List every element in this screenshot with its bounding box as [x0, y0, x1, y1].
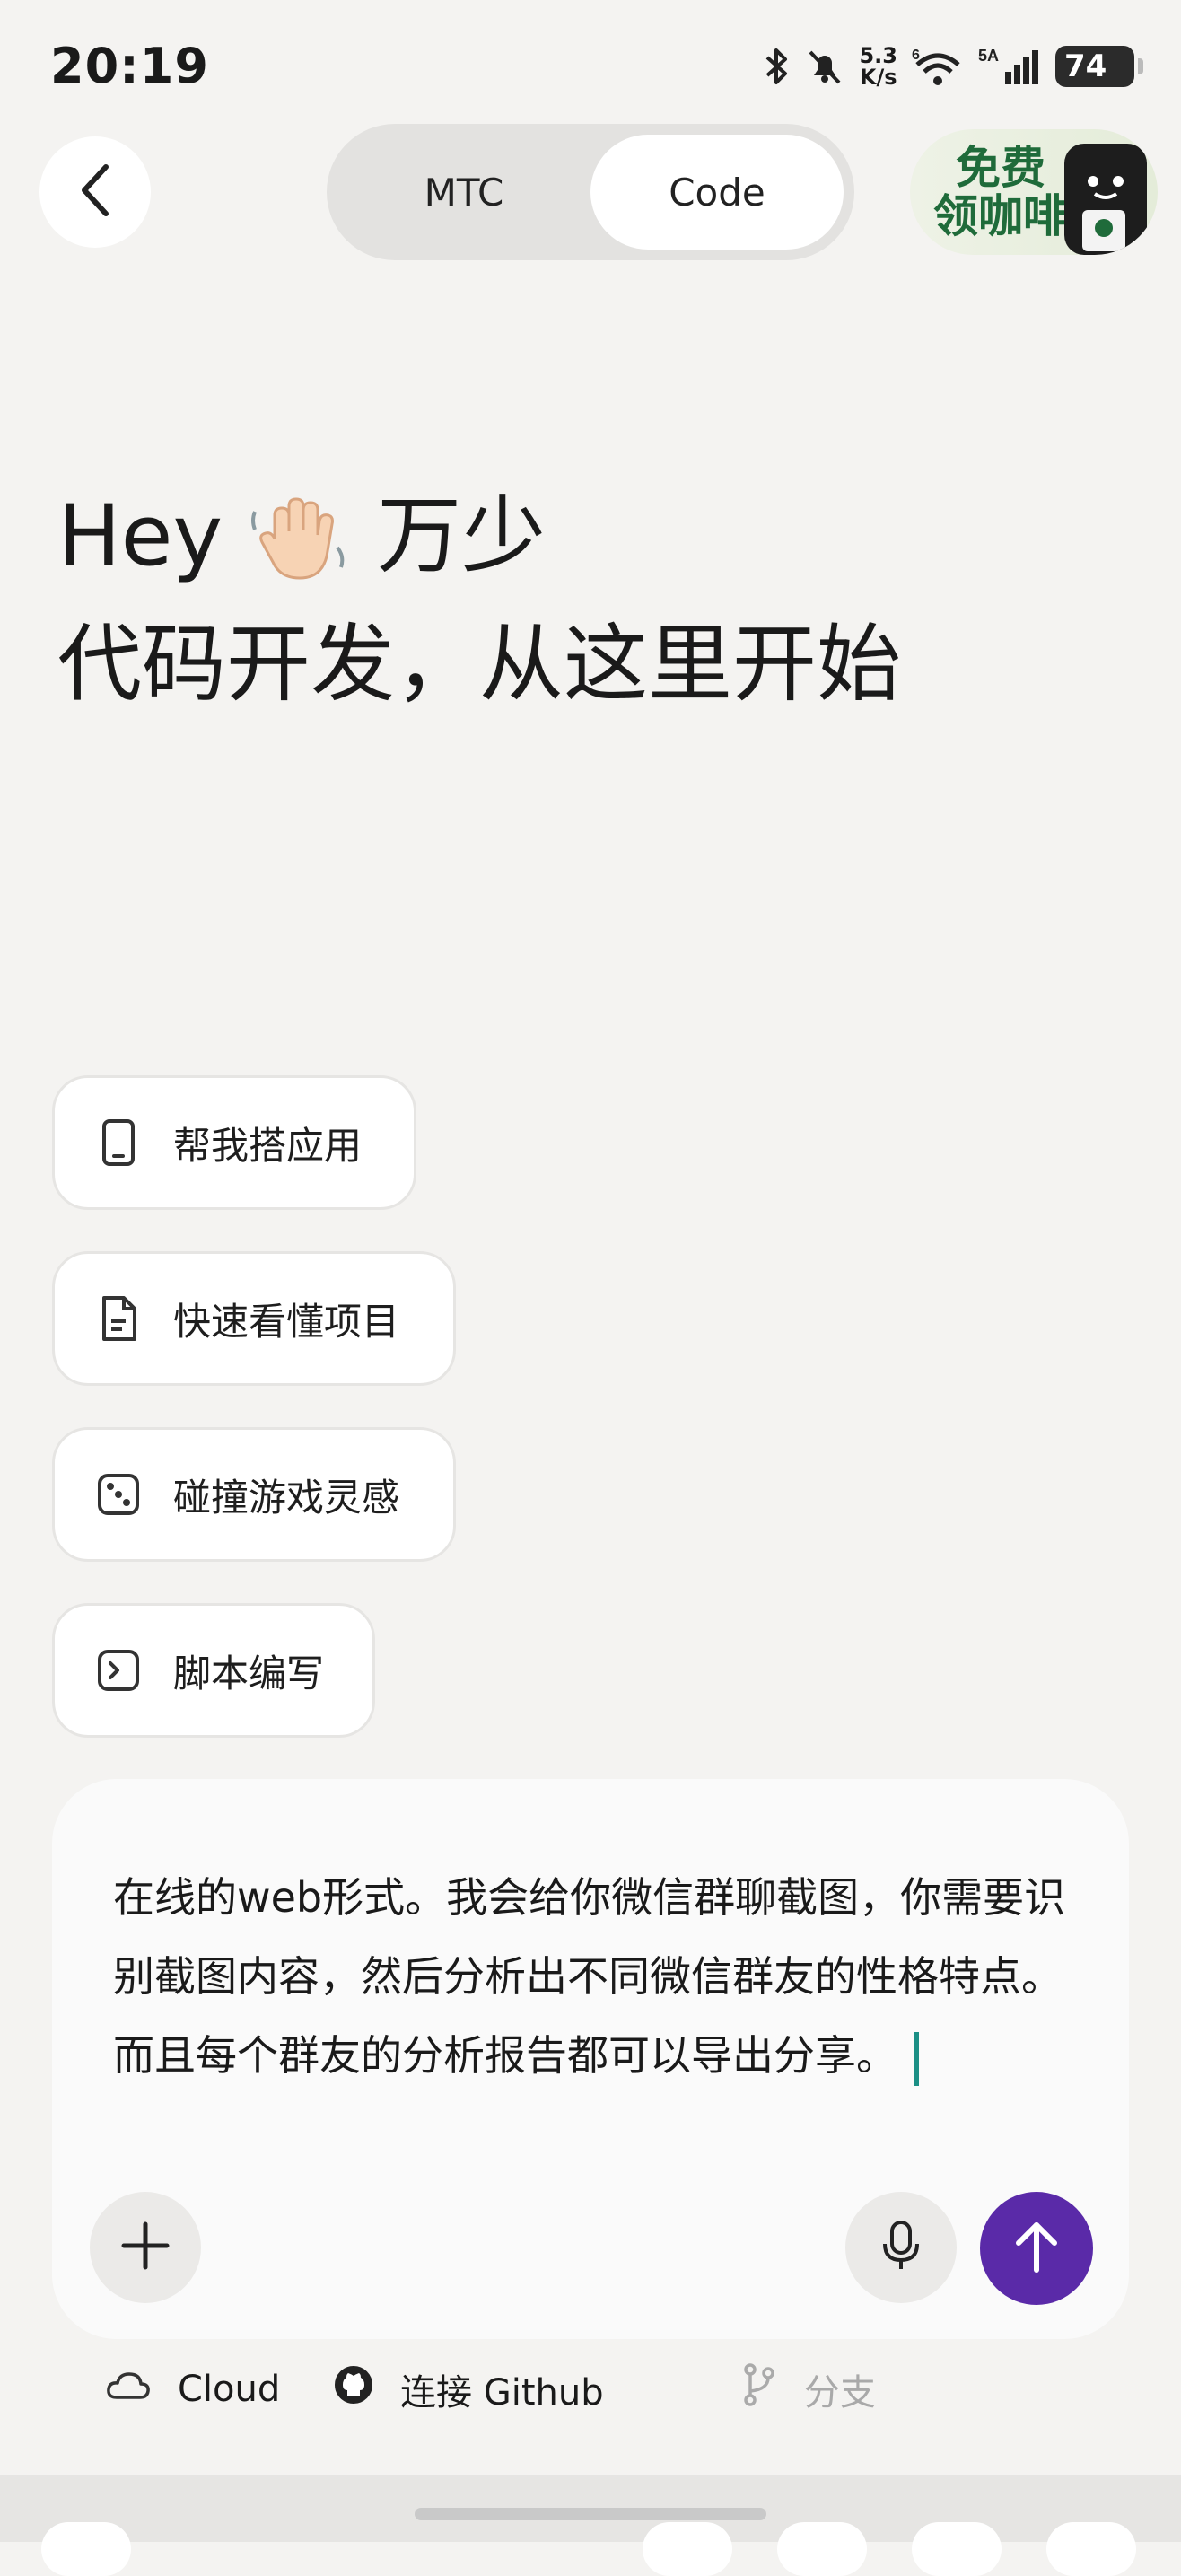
net-speed: 5.3 K/s: [859, 43, 897, 90]
github-label: 连接 Github: [400, 2372, 604, 2414]
user-name: 万少: [377, 487, 547, 585]
free-coffee-promo[interactable]: 免费 领咖啡: [910, 129, 1158, 255]
greeting: Hey 万少 代码开发，从这里开始: [57, 485, 901, 714]
status-time: 20:19: [50, 38, 209, 94]
nav-button[interactable]: [912, 2522, 1002, 2576]
mode-toggle: MTC Code: [327, 124, 854, 260]
message-composer: 在线的web形式。我会给你微信群聊截图，你需要识别截图内容，然后分析出不同微信群…: [52, 1779, 1129, 2339]
wifi-icon: 6: [912, 47, 964, 86]
status-bar: 20:19 5.3 K/s 6 5A 74: [0, 0, 1181, 135]
suggestion-build-app[interactable]: 帮我搭应用: [52, 1075, 416, 1210]
nav-button[interactable]: [41, 2522, 131, 2576]
plus-icon: [118, 2219, 172, 2276]
branch-label: 分支: [804, 2372, 876, 2414]
status-icons: 5.3 K/s 6 5A 74: [764, 43, 1143, 90]
arrow-up-icon: [1010, 2218, 1063, 2279]
cloud-icon: [106, 2369, 151, 2410]
suggestion-game-ideas[interactable]: 碰撞游戏灵感: [52, 1427, 456, 1562]
connect-github-button[interactable]: 连接 Github: [334, 2362, 604, 2416]
cloud-option[interactable]: Cloud: [106, 2362, 280, 2416]
git-branch-icon: [741, 2362, 777, 2416]
add-attachment-button[interactable]: [90, 2192, 201, 2303]
greeting-prefix: Hey: [57, 487, 223, 585]
coffee-cup-icon: [1037, 135, 1152, 255]
nav-button[interactable]: [1046, 2522, 1136, 2576]
send-button[interactable]: [980, 2192, 1093, 2305]
document-icon: [94, 1294, 143, 1343]
signal-icon: 5A: [978, 47, 1041, 86]
branch-option[interactable]: 分支: [741, 2362, 876, 2416]
tab-mtc[interactable]: MTC: [337, 135, 590, 250]
greeting-title: Hey 万少: [57, 485, 901, 589]
chip-label: 快速看懂项目: [173, 1299, 400, 1344]
back-button[interactable]: [39, 136, 151, 248]
battery-indicator: 74: [1055, 46, 1143, 87]
chip-label: 碰撞游戏灵感: [173, 1475, 400, 1520]
waving-hand-icon: [248, 485, 352, 589]
dice-icon: [94, 1470, 143, 1519]
bluetooth-icon: [764, 47, 791, 86]
nav-button[interactable]: [777, 2522, 867, 2576]
github-icon: [334, 2365, 373, 2414]
home-indicator[interactable]: [415, 2508, 766, 2520]
suggestion-understand-project[interactable]: 快速看懂项目: [52, 1251, 456, 1386]
tab-code[interactable]: Code: [590, 135, 844, 250]
terminal-icon: [94, 1646, 143, 1695]
voice-input-button[interactable]: [845, 2192, 957, 2303]
suggestion-script-writing[interactable]: 脚本编写: [52, 1603, 375, 1738]
message-text: 在线的web形式。我会给你微信群聊截图，你需要识别截图内容，然后分析出不同微信群…: [113, 1873, 1066, 2080]
chip-label: 帮我搭应用: [173, 1123, 363, 1168]
chevron-left-icon: [75, 163, 115, 221]
message-input[interactable]: 在线的web形式。我会给你微信群聊截图，你需要识别截图内容，然后分析出不同微信群…: [113, 1858, 1082, 2095]
cloud-label: Cloud: [178, 2369, 281, 2410]
microphone-icon: [881, 2219, 921, 2276]
greeting-subtitle: 代码开发，从这里开始: [57, 616, 902, 714]
chip-label: 脚本编写: [173, 1651, 325, 1695]
mute-icon: [805, 47, 844, 86]
nav-button[interactable]: [643, 2522, 732, 2576]
phone-icon: [94, 1118, 143, 1167]
text-caret: [914, 2031, 919, 2086]
svg-text:5A: 5A: [978, 47, 999, 65]
